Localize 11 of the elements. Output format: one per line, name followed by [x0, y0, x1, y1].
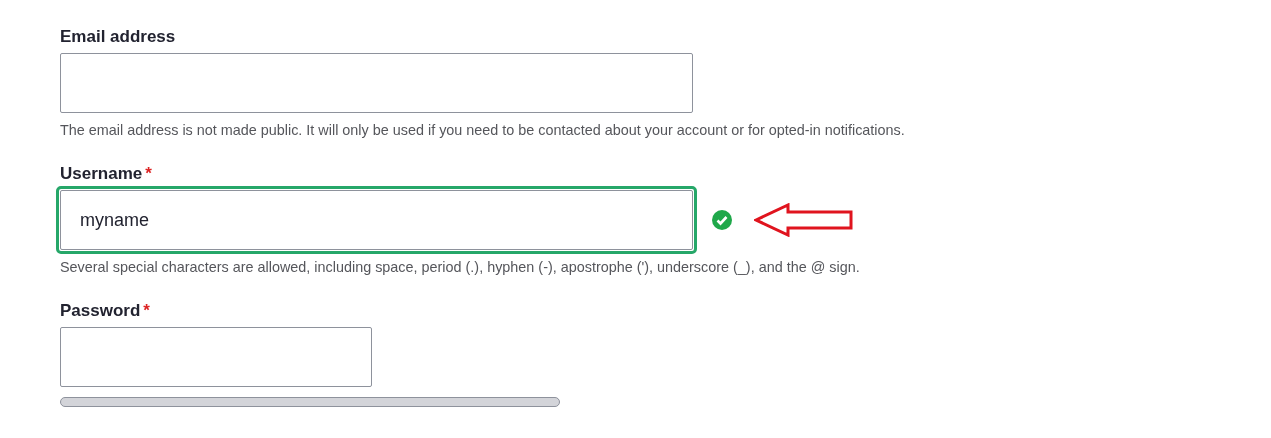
required-mark: * — [143, 301, 150, 321]
field-description: The email address is not made public. It will only be used if you need to be contacted about your account or for opted-in notifications. — [60, 122, 906, 138]
field-label: Username — [60, 164, 143, 184]
field-label: Password — [60, 301, 141, 321]
input-field[interactable]: myname — [60, 190, 693, 250]
input-field[interactable] — [60, 53, 693, 113]
required-mark: * — [145, 164, 152, 184]
field-description: Several special characters are allowed, including space, period (.), hyphen (-), apostrophe ('), underscore (_), and the @ sign. — [60, 259, 861, 275]
field-label: Email address — [60, 27, 176, 47]
input-field[interactable] — [60, 327, 372, 387]
arrow-icon — [754, 203, 854, 237]
